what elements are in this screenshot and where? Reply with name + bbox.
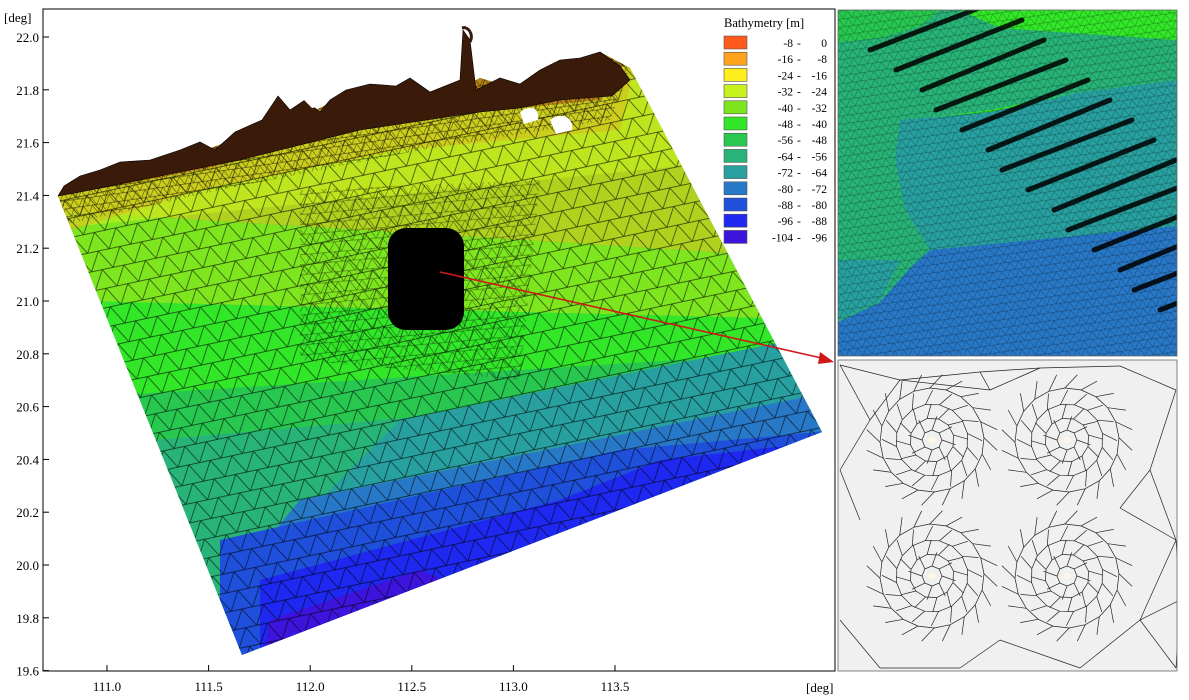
legend-range-to: -80 bbox=[812, 200, 828, 212]
legend-range-to: -32 bbox=[812, 103, 828, 115]
legend-range-from: -104 bbox=[772, 232, 793, 244]
legend-dash: - bbox=[797, 70, 801, 82]
legend-dash: - bbox=[797, 232, 801, 244]
x-tick-label: 112.5 bbox=[397, 679, 426, 694]
legend-range-to: -56 bbox=[812, 151, 828, 163]
legend-range-to: -72 bbox=[812, 184, 828, 196]
legend-swatch bbox=[723, 68, 748, 82]
legend-range-to: -24 bbox=[812, 87, 828, 99]
legend-dash: - bbox=[797, 103, 801, 115]
detail-bathymetry-panel bbox=[838, 10, 1177, 356]
legend-dash: - bbox=[797, 184, 801, 196]
legend-range-from: -32 bbox=[778, 87, 794, 99]
legend-range-from: -48 bbox=[778, 119, 794, 131]
turbine-marker bbox=[1063, 436, 1071, 444]
refined-wind-farm-zone bbox=[388, 228, 464, 330]
y-axis-unit-label: [deg] bbox=[4, 10, 31, 25]
legend-dash: - bbox=[797, 54, 801, 66]
legend-range-to: -64 bbox=[812, 168, 828, 180]
legend-dash: - bbox=[797, 200, 801, 212]
legend-swatch bbox=[723, 149, 748, 163]
x-tick-label: 111.5 bbox=[194, 679, 222, 694]
y-tick-label: 21.2 bbox=[16, 241, 39, 256]
legend-range-to: -16 bbox=[812, 70, 828, 82]
y-tick-label: 20.2 bbox=[16, 505, 39, 520]
x-tick-label: 111.0 bbox=[93, 679, 121, 694]
legend-dash: - bbox=[797, 87, 801, 99]
legend-swatch bbox=[723, 100, 748, 115]
bathymetry-mesh-figure: 22.0 21.8 21.6 21.4 21.2 21.0 20.8 20.6 20.4 20.2… bbox=[4, 8, 1178, 695]
legend-range-from: -8 bbox=[783, 38, 793, 50]
x-axis-unit-label: [deg] bbox=[806, 680, 833, 695]
legend-range-from: -64 bbox=[778, 151, 794, 163]
legend-range-from: -24 bbox=[778, 70, 794, 82]
legend-swatch bbox=[723, 35, 748, 50]
legend-range-from: -88 bbox=[778, 200, 794, 212]
legend-range-to: 0 bbox=[821, 38, 827, 50]
legend-swatch bbox=[723, 213, 748, 228]
y-tick-label: 20.8 bbox=[16, 347, 39, 362]
legend-swatch bbox=[723, 165, 748, 179]
legend-dash: - bbox=[797, 119, 801, 131]
x-tick-label: 113.5 bbox=[601, 679, 630, 694]
legend-swatch bbox=[723, 132, 748, 147]
y-tick-label: 21.8 bbox=[16, 83, 39, 98]
legend-range-from: -40 bbox=[778, 103, 794, 115]
legend-range-from: -16 bbox=[778, 54, 794, 66]
legend-title: Bathymetry [m] bbox=[724, 16, 804, 30]
legend-range-to: -48 bbox=[812, 135, 828, 147]
y-tick-label: 20.0 bbox=[16, 558, 39, 573]
y-tick-label: 22.0 bbox=[16, 30, 39, 45]
legend-swatch bbox=[723, 230, 748, 244]
y-tick-label: 20.4 bbox=[16, 452, 39, 467]
legend-dash: - bbox=[797, 38, 801, 50]
turbine-marker bbox=[928, 436, 936, 444]
y-tick-label: 21.4 bbox=[16, 188, 39, 203]
detail-turbine-mesh-panel bbox=[838, 360, 1177, 671]
legend-dash: - bbox=[797, 151, 801, 163]
legend-dash: - bbox=[797, 216, 801, 228]
legend-entry: -104- -96 bbox=[723, 230, 828, 244]
legend-range-to: -8 bbox=[817, 54, 827, 66]
turbine-marker bbox=[1063, 572, 1071, 580]
y-tick-label: 19.6 bbox=[16, 664, 39, 679]
x-tick-label: 112.0 bbox=[296, 679, 325, 694]
turbine-marker bbox=[928, 572, 936, 580]
legend-range-from: -96 bbox=[778, 216, 794, 228]
legend-range-from: -56 bbox=[778, 135, 794, 147]
legend-range-to: -96 bbox=[812, 232, 828, 244]
legend-dash: - bbox=[797, 168, 801, 180]
legend-range-to: -40 bbox=[812, 119, 828, 131]
legend-range-to: -88 bbox=[812, 216, 828, 228]
legend-range-from: -72 bbox=[778, 168, 794, 180]
y-tick-label: 21.0 bbox=[16, 294, 39, 309]
legend-swatch bbox=[723, 116, 748, 131]
y-tick-label: 19.8 bbox=[16, 611, 39, 626]
legend-dash: - bbox=[797, 135, 801, 147]
legend-swatch bbox=[723, 181, 748, 196]
legend-swatch bbox=[723, 84, 748, 98]
legend-swatch bbox=[723, 197, 748, 212]
legend-range-from: -80 bbox=[778, 184, 794, 196]
y-tick-label: 20.6 bbox=[16, 400, 39, 415]
legend-swatch bbox=[723, 51, 748, 66]
x-tick-label: 113.0 bbox=[499, 679, 528, 694]
y-tick-label: 21.6 bbox=[16, 136, 39, 151]
